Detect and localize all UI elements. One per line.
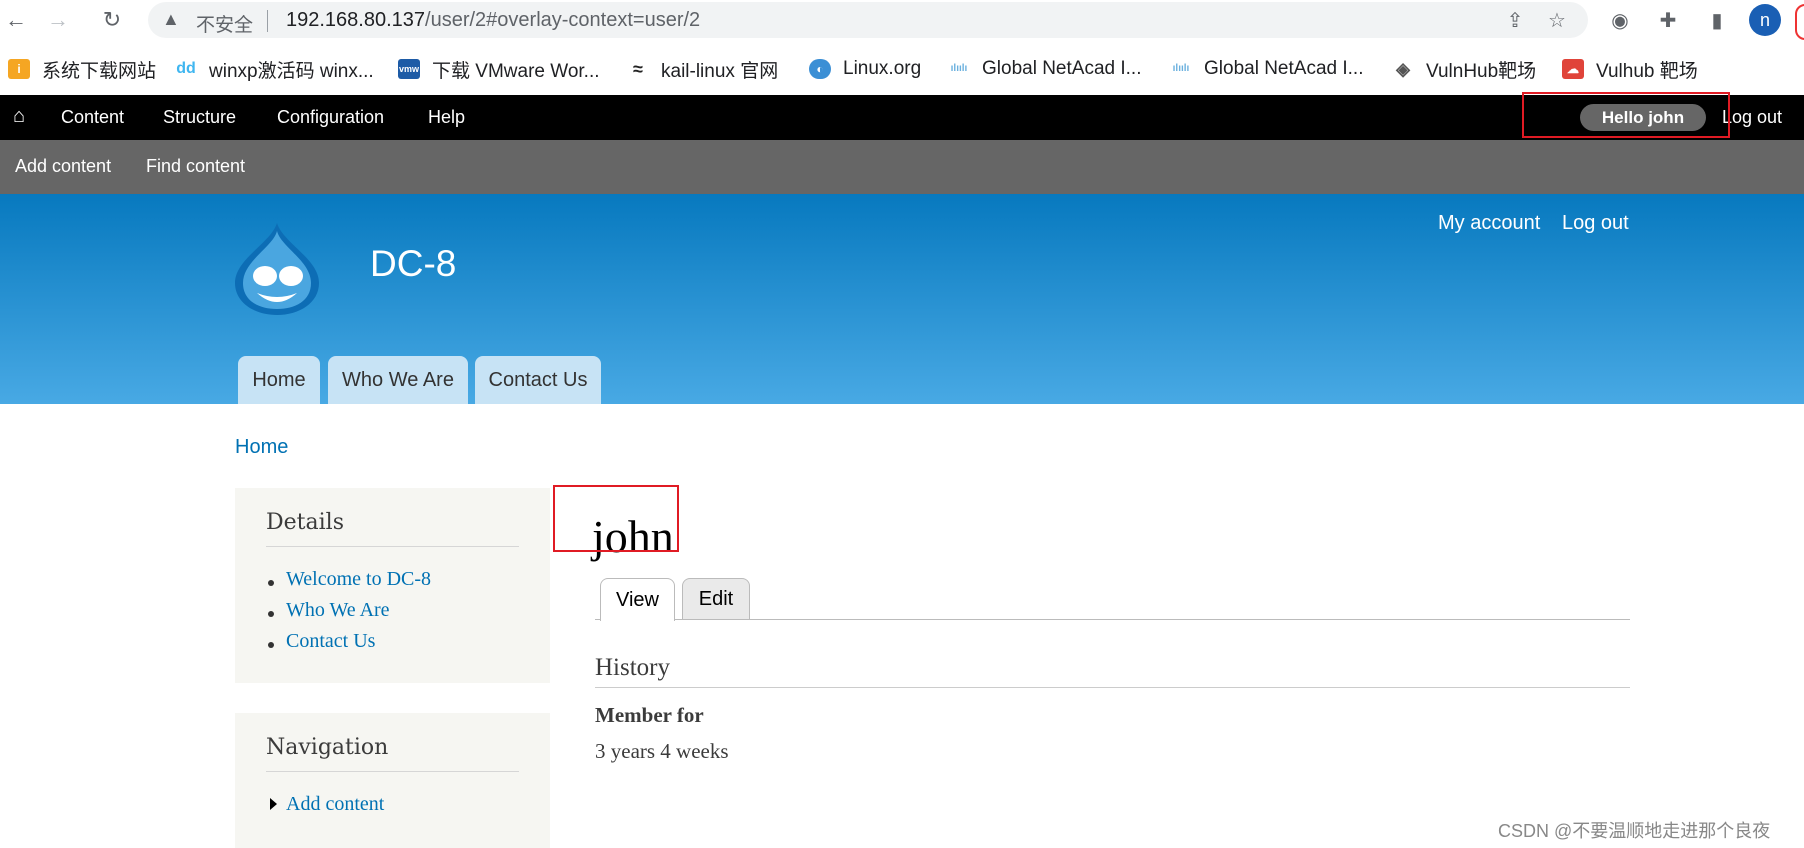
my-account-link[interactable]: My account	[1438, 212, 1540, 235]
header-logout-link[interactable]: Log out	[1562, 212, 1629, 235]
navigation-title: Navigation	[266, 735, 389, 760]
bookmark-1-icon: dd	[175, 59, 197, 79]
update-indicator-icon[interactable]	[1795, 4, 1804, 40]
tab-home[interactable]: Home	[238, 356, 320, 404]
bookmark-label: kail-linux 官网	[661, 60, 779, 82]
toolbar-structure[interactable]: Structure	[163, 107, 236, 128]
toolbar-content[interactable]: Content	[61, 107, 124, 128]
toolbar-help[interactable]: Help	[428, 107, 465, 128]
bookmark-item[interactable]: ◐ Linux.org	[809, 56, 921, 82]
site-header: DC-8 My account Log out Home Who We Are …	[0, 194, 1804, 404]
navigation-block: Navigation Add content	[235, 713, 550, 848]
bookmark-5-icon: ılıılı	[948, 59, 970, 79]
bookmark-2-icon: vmw	[398, 59, 420, 79]
side-panel-icon[interactable]: ▮	[1703, 6, 1731, 34]
extension-globe-icon[interactable]: ◉	[1606, 6, 1634, 34]
share-icon[interactable]: ⇪	[1501, 6, 1529, 34]
drupal-logo-icon[interactable]	[233, 221, 321, 317]
bookmark-3-icon: ≈	[627, 59, 649, 79]
profile-avatar[interactable]: n	[1749, 4, 1781, 36]
tab-edit[interactable]: Edit	[682, 578, 750, 619]
forward-arrow-icon[interactable]: →	[44, 6, 72, 34]
tab-who-we-are[interactable]: Who We Are	[328, 356, 468, 404]
toolbar-logout[interactable]: Log out	[1722, 107, 1782, 128]
browser-toolbar: ← → ↻ ▲ 不安全 192.168.80.137/user/2#overla…	[0, 0, 1804, 40]
warning-triangle-icon[interactable]: ▲	[162, 9, 180, 30]
navigation-divider	[266, 771, 519, 772]
details-item-contact-us[interactable]: Contact Us	[286, 630, 375, 653]
bookmark-7-icon: ◈	[1392, 59, 1414, 79]
tabs-divider	[595, 619, 1630, 620]
reload-icon[interactable]: ↻	[98, 6, 126, 34]
details-title: Details	[266, 510, 344, 535]
star-icon[interactable]: ☆	[1543, 6, 1571, 34]
shortcuts-bar: Add content Find content	[0, 140, 1804, 194]
bookmark-item[interactable]: ≈ kail-linux 官网	[627, 56, 778, 82]
puzzle-extensions-icon[interactable]: ✚	[1654, 6, 1682, 34]
bookmark-label: 下载 VMware Wor...	[432, 60, 600, 82]
bookmarks-bar: i 系统下载网站 dd winxp激活码 winx... vmw 下载 VMware …	[0, 48, 1804, 92]
bookmark-item[interactable]: vmw 下载 VMware Wor...	[398, 56, 600, 82]
highlight-box-username	[1522, 92, 1730, 138]
details-item-welcome[interactable]: Welcome to DC-8	[286, 568, 431, 591]
site-name[interactable]: DC-8	[370, 243, 456, 285]
url-path: /user/2#overlay-context=user/2	[425, 9, 701, 31]
bookmark-item[interactable]: i 系统下载网站	[8, 56, 156, 82]
breadcrumb[interactable]: Home	[235, 436, 288, 459]
url-text[interactable]: 192.168.80.137/user/2#overlay-context=us…	[286, 9, 700, 32]
bookmark-label: winxp激活码 winx...	[209, 60, 374, 82]
member-for-value: 3 years 4 weeks	[595, 739, 729, 763]
bookmark-label: 系统下载网站	[42, 60, 157, 82]
home-icon[interactable]: ⌂	[13, 105, 25, 128]
details-block: Details Welcome to DC-8 Who We Are Conta…	[235, 488, 550, 683]
watermark: CSDN @不要温顺地走进那个良夜	[1498, 821, 1771, 841]
history-divider	[595, 687, 1630, 688]
details-divider	[266, 546, 519, 547]
insecure-label[interactable]: 不安全	[196, 10, 253, 37]
highlight-box-title	[553, 485, 679, 552]
bookmark-4-icon: ◐	[809, 59, 831, 79]
tab-contact-us[interactable]: Contact Us	[475, 356, 601, 404]
bookmark-item[interactable]: ılıılı Global NetAcad I...	[948, 56, 1141, 82]
bookmark-label: Vulhub 靶场	[1596, 60, 1698, 82]
bookmark-0-icon: i	[8, 59, 30, 79]
url-host: 192.168.80.137	[286, 9, 426, 31]
bookmark-label: Global NetAcad I...	[1204, 58, 1364, 79]
details-item-who-we-are[interactable]: Who We Are	[286, 599, 390, 622]
bookmark-8-icon: ☁	[1562, 59, 1584, 79]
bookmark-6-icon: ılıılı	[1170, 59, 1192, 79]
bookmark-label: VulnHub靶场	[1426, 60, 1537, 82]
tab-view[interactable]: View	[600, 578, 675, 621]
history-heading: History	[595, 654, 670, 681]
bookmark-item[interactable]: ☁ Vulhub 靶场	[1562, 56, 1698, 82]
bookmark-item[interactable]: dd winxp激活码 winx...	[175, 56, 374, 82]
bookmark-label: Global NetAcad I...	[982, 58, 1142, 79]
address-separator	[267, 10, 268, 32]
navigation-item-add-content[interactable]: Add content	[286, 793, 384, 816]
bookmark-item[interactable]: ılıılı Global NetAcad I...	[1170, 56, 1363, 82]
back-arrow-icon[interactable]: ←	[2, 6, 30, 34]
shortcut-add-content[interactable]: Add content	[15, 156, 111, 177]
bookmark-item[interactable]: ◈ VulnHub靶场	[1392, 56, 1536, 82]
bullet	[268, 642, 274, 648]
bullet	[268, 611, 274, 617]
toolbar-configuration[interactable]: Configuration	[277, 107, 384, 128]
bookmark-label: Linux.org	[843, 58, 922, 79]
address-bar[interactable]: ▲ 不安全 192.168.80.137/user/2#overlay-cont…	[148, 2, 1588, 38]
bullet	[268, 580, 274, 586]
triangle-right-icon	[270, 798, 277, 810]
shortcut-find-content[interactable]: Find content	[146, 156, 245, 177]
member-for-label: Member for	[595, 703, 704, 727]
